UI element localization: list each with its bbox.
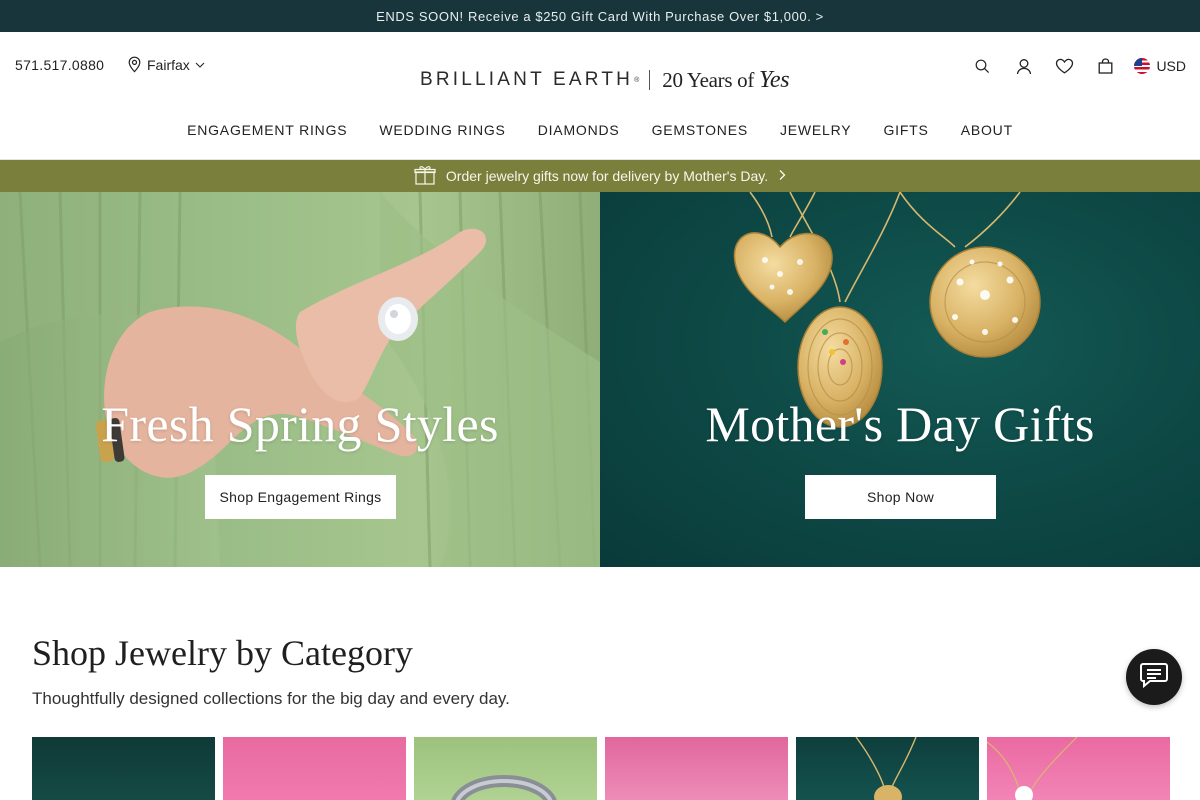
category-tile-2[interactable] [223, 737, 406, 800]
hero-title-spring: Fresh Spring Styles [101, 396, 499, 452]
shop-now-button[interactable]: Shop Now [805, 475, 996, 519]
chat-button[interactable] [1126, 649, 1182, 705]
bag-icon[interactable] [1085, 54, 1126, 78]
location-label: Fairfax [147, 56, 190, 73]
category-tile-3[interactable] [414, 737, 597, 800]
currency-label: USD [1156, 58, 1186, 74]
wedding-band-image [451, 775, 557, 800]
main-navigation: ENGAGEMENT RINGS WEDDING RINGS DIAMONDS … [0, 122, 1200, 138]
store-location-selector[interactable]: Fairfax [127, 56, 205, 73]
chat-bubble-icon [1139, 662, 1169, 693]
logo-tagline: 20 Years of Yes [662, 67, 789, 94]
chevron-right-icon [778, 168, 786, 184]
utility-icons: USD [962, 54, 1186, 78]
nav-item-diamonds[interactable]: DIAMONDS [522, 122, 636, 138]
nav-item-gifts[interactable]: GIFTS [867, 122, 944, 138]
logo-divider [649, 70, 651, 90]
category-tile-1[interactable] [32, 737, 215, 800]
phone-number[interactable]: 571.517.0880 [15, 57, 104, 73]
search-icon[interactable] [962, 54, 1003, 78]
nav-item-wedding-rings[interactable]: WEDDING RINGS [363, 122, 521, 138]
nav-item-about[interactable]: ABOUT [945, 122, 1029, 138]
promo-banner[interactable]: ENDS SOON! Receive a $250 Gift Card With… [0, 0, 1200, 32]
category-tiles [32, 737, 1170, 800]
diamond-pendant-image [987, 737, 1078, 800]
gold-pendant-image [855, 737, 917, 800]
us-flag-icon [1134, 58, 1151, 74]
logo-tagline-prefix: 20 Years of [662, 67, 755, 92]
hero-mothers-day[interactable]: Mother's Day Gifts Shop Now [600, 192, 1200, 567]
logo-wordmark: BRILLIANT EARTH [420, 69, 634, 90]
chevron-down-icon [195, 62, 205, 68]
category-tile-4[interactable] [605, 737, 788, 800]
gift-box-icon [414, 165, 436, 188]
hero-title-mothers-day: Mother's Day Gifts [705, 396, 1095, 452]
heart-icon[interactable] [1044, 54, 1085, 78]
promo-text[interactable]: ENDS SOON! Receive a $250 Gift Card With… [376, 9, 824, 24]
logo-tagline-script: Yes [759, 66, 790, 93]
category-section-subtitle: Thoughtfully designed collections for th… [32, 689, 510, 708]
trademark-mark: ® [634, 76, 640, 84]
category-tile-6[interactable] [987, 737, 1170, 800]
gift-strip-text: Order jewelry gifts now for delivery by … [445, 168, 769, 184]
category-section-title: Shop Jewelry by Category [32, 633, 413, 673]
mothers-day-delivery-banner[interactable]: Order jewelry gifts now for delivery by … [0, 160, 1200, 192]
category-tile-5[interactable] [796, 737, 979, 800]
nav-item-jewelry[interactable]: JEWELRY [764, 122, 867, 138]
hero-spring-styles[interactable]: Fresh Spring Styles Shop Engagement Ring… [0, 192, 600, 567]
currency-selector[interactable]: USD [1134, 58, 1186, 74]
shop-engagement-rings-button[interactable]: Shop Engagement Rings [205, 475, 396, 519]
site-header: 571.517.0880 Fairfax BRILLIANT EARTH ® 2… [0, 32, 1200, 160]
location-pin-icon [127, 56, 142, 73]
brand-logo[interactable]: BRILLIANT EARTH ® 20 Years of Yes [420, 60, 790, 100]
nav-item-engagement-rings[interactable]: ENGAGEMENT RINGS [171, 122, 363, 138]
nav-item-gemstones[interactable]: GEMSTONES [636, 122, 764, 138]
account-icon[interactable] [1003, 54, 1044, 78]
